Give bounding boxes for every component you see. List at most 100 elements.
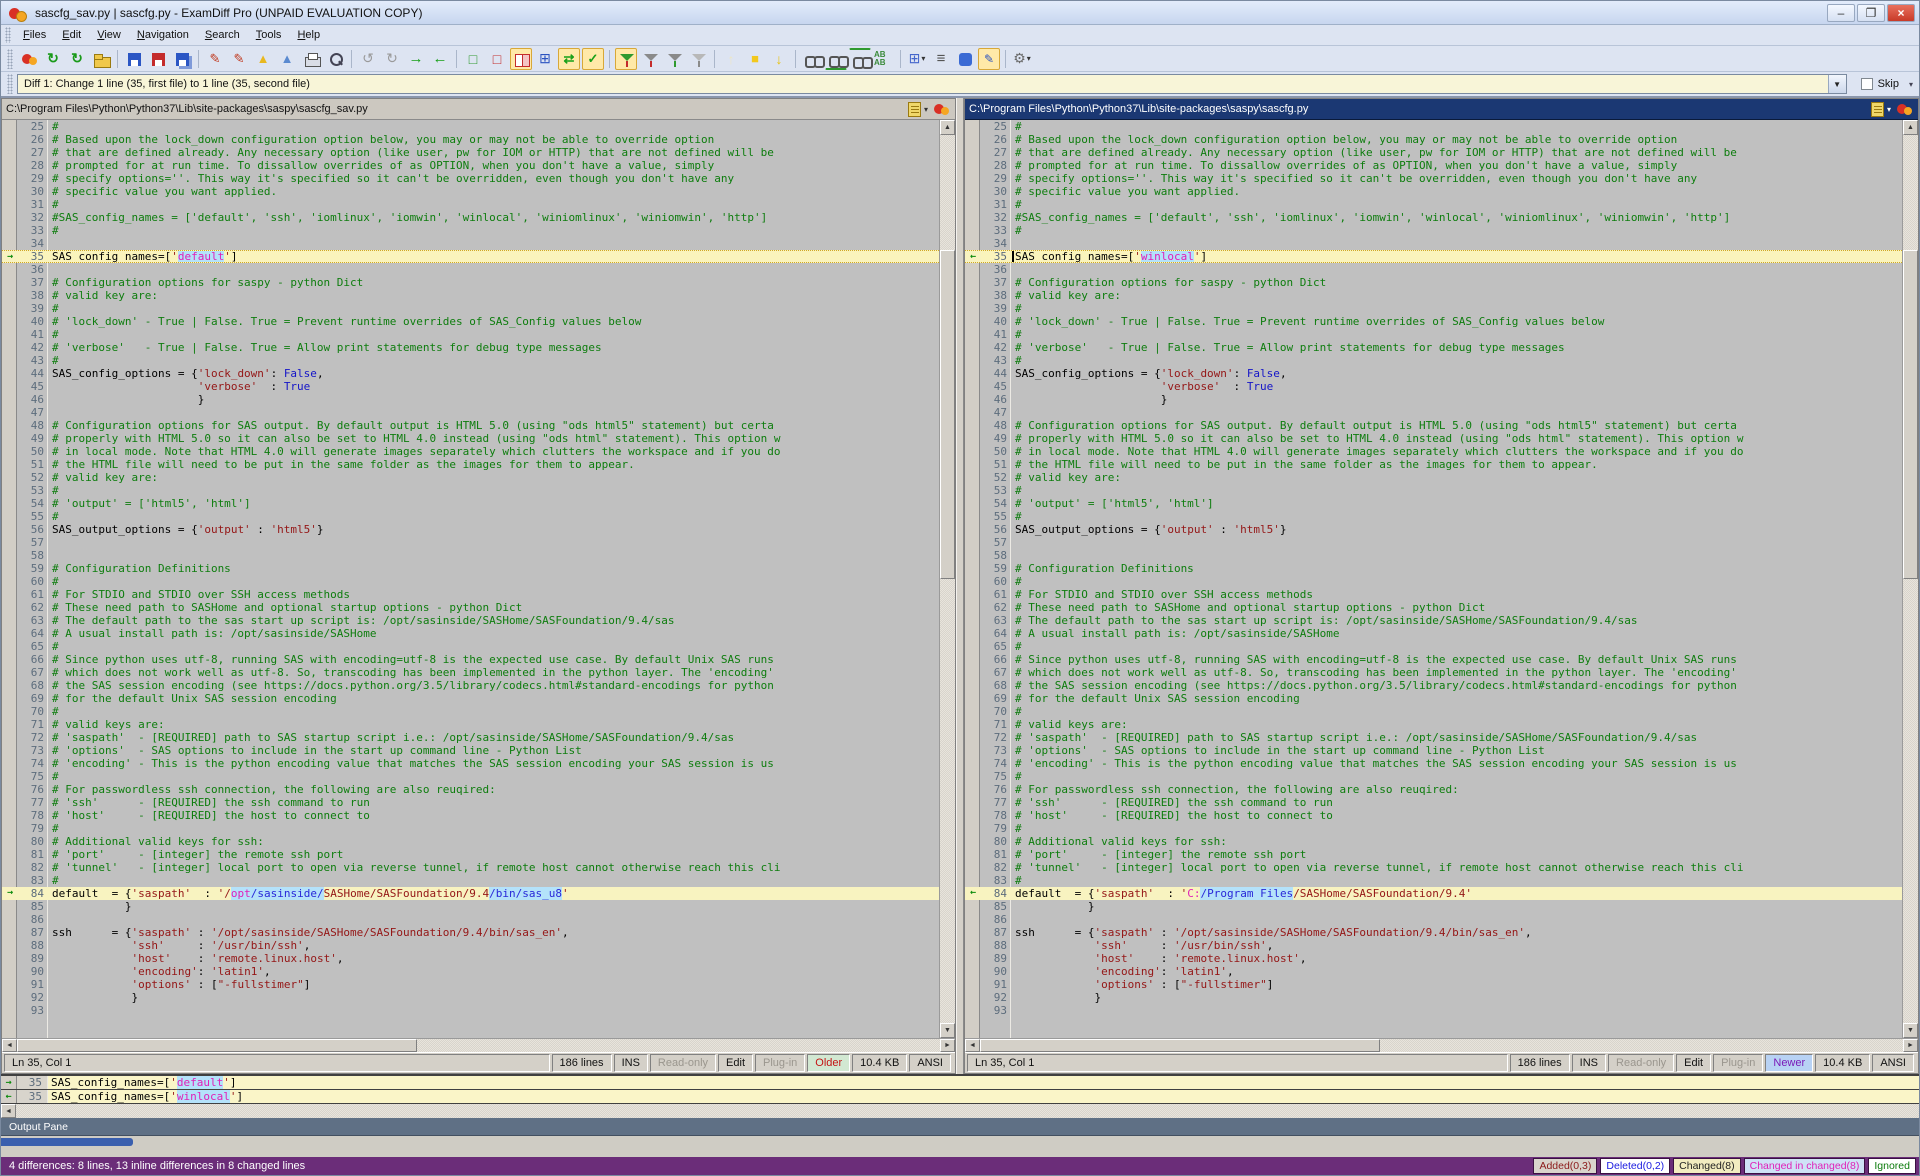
code-text[interactable]: #	[49, 328, 939, 341]
code-text[interactable]: # 'lock_down' - True | False. True = Pre…	[1012, 315, 1902, 328]
code-line[interactable]: 91 'options' : ["-fullstimer"]	[2, 978, 939, 991]
code-text[interactable]: #	[1012, 120, 1902, 133]
code-text[interactable]: }	[1012, 393, 1902, 406]
code-text[interactable]: 'ssh' : '/usr/bin/ssh',	[1012, 939, 1902, 952]
code-text[interactable]: # The default path to the sas start up s…	[1012, 614, 1902, 627]
diff-count-badge-deleted[interactable]: Deleted(0,2)	[1600, 1158, 1670, 1174]
diff-count-badge-changed[interactable]: Changed(8)	[1673, 1158, 1740, 1174]
code-line[interactable]: 78# 'host' - [REQUIRED] the host to conn…	[965, 809, 1902, 822]
code-line[interactable]: 43#	[965, 354, 1902, 367]
show-deleted-filter-icon[interactable]	[639, 48, 661, 70]
code-text[interactable]: 'host' : 'remote.linux.host',	[49, 952, 939, 965]
code-line[interactable]: 36	[2, 263, 939, 276]
show-checkboxes-icon[interactable]: ✓	[582, 48, 604, 70]
code-text[interactable]: # in local mode. Note that HTML 4.0 will…	[1012, 445, 1902, 458]
code-text[interactable]: SAS_config_options = {'lock_down': False…	[1012, 367, 1902, 380]
print-preview-icon[interactable]	[324, 48, 346, 70]
code-text[interactable]: # 'verbose' - True | False. True = Allow…	[49, 341, 939, 354]
code-line[interactable]: 63# The default path to the sas start up…	[965, 614, 1902, 627]
code-line[interactable]: 56SAS_output_options = {'output' : 'html…	[2, 523, 939, 536]
code-line[interactable]: 50# in local mode. Note that HTML 4.0 wi…	[965, 445, 1902, 458]
code-line[interactable]: 41#	[965, 328, 1902, 341]
code-text[interactable]: #	[1012, 484, 1902, 497]
code-text[interactable]: #	[49, 640, 939, 653]
code-line[interactable]: 53#	[965, 484, 1902, 497]
code-line[interactable]: 62# These need path to SASHome and optio…	[2, 601, 939, 614]
code-line[interactable]: 30# specific value you want applied.	[965, 185, 1902, 198]
scroll-right-icon[interactable]: ►	[940, 1039, 955, 1052]
code-line[interactable]: 58	[965, 549, 1902, 562]
code-text[interactable]: #	[49, 120, 939, 133]
code-text[interactable]: 'ssh' : '/usr/bin/ssh',	[49, 939, 939, 952]
code-text[interactable]: # Since python uses utf-8, running SAS w…	[1012, 653, 1902, 666]
minimize-button[interactable]: –	[1827, 4, 1855, 22]
code-line[interactable]: 79#	[2, 822, 939, 835]
code-line[interactable]: 55#	[2, 510, 939, 523]
menu-item-tools[interactable]: Tools	[248, 27, 290, 43]
code-line[interactable]: 28# prompted for at run time. To dissall…	[965, 159, 1902, 172]
code-line[interactable]: 37# Configuration options for saspy - py…	[2, 276, 939, 289]
code-text[interactable]: # 'saspath' - [REQUIRED] path to SAS sta…	[1012, 731, 1902, 744]
code-line[interactable]: 42# 'verbose' - True | False. True = All…	[965, 341, 1902, 354]
menu-item-navigation[interactable]: Navigation	[129, 27, 197, 43]
diff-panel-row[interactable]: ←35SAS_config_names=['winlocal']	[1, 1090, 1919, 1104]
code-text[interactable]: # 'host' - [REQUIRED] the host to connec…	[1012, 809, 1902, 822]
code-line[interactable]: 45 'verbose' : True	[2, 380, 939, 393]
print-icon[interactable]	[300, 48, 322, 70]
code-text[interactable]: default = {'saspath' : 'C:/Program Files…	[1012, 887, 1902, 900]
code-text[interactable]: # For STDIO and STDIO over SSH access me…	[49, 588, 939, 601]
code-line[interactable]: 87ssh = {'saspath' : '/opt/sasinside/SAS…	[2, 926, 939, 939]
code-text[interactable]: # 'host' - [REQUIRED] the host to connec…	[49, 809, 939, 822]
code-text[interactable]: # 'tunnel' - [integer] local port to ope…	[1012, 861, 1902, 874]
code-line[interactable]: 51# the HTML file will need to be put in…	[965, 458, 1902, 471]
code-line[interactable]: 85 }	[965, 900, 1902, 913]
code-line[interactable]: 82# 'tunnel' - [integer] local port to o…	[2, 861, 939, 874]
replace-icon[interactable]: AB AB	[873, 48, 895, 70]
code-text[interactable]: # the SAS session encoding (see https://…	[49, 679, 939, 692]
code-text[interactable]: # in local mode. Note that HTML 4.0 will…	[49, 445, 939, 458]
code-line[interactable]: 66# Since python uses utf-8, running SAS…	[965, 653, 1902, 666]
code-line[interactable]: 27# that are defined already. Any necess…	[2, 146, 939, 159]
code-text[interactable]: # which does not work well as utf-8. So,…	[1012, 666, 1902, 679]
code-line[interactable]: 93	[965, 1004, 1902, 1017]
code-text[interactable]	[49, 913, 939, 926]
code-text[interactable]: #	[1012, 510, 1902, 523]
code-line[interactable]: 86	[965, 913, 1902, 926]
code-line[interactable]: 77# 'ssh' - [REQUIRED] the ssh command t…	[2, 796, 939, 809]
dropdown-arrow-icon[interactable]: ▾	[1027, 54, 1031, 63]
code-text[interactable]: # 'options' - SAS options to include in …	[49, 744, 939, 757]
code-text[interactable]: # that are defined already. Any necessar…	[49, 146, 939, 159]
diff-count-badge-ignored[interactable]: Ignored	[1868, 1158, 1916, 1174]
code-text[interactable]: # prompted for at run time. To dissallow…	[1012, 159, 1902, 172]
scroll-left-icon[interactable]: ◄	[965, 1039, 980, 1052]
code-line[interactable]: 44SAS_config_options = {'lock_down': Fal…	[965, 367, 1902, 380]
code-text[interactable]: #	[1012, 822, 1902, 835]
first-file-header[interactable]: C:\Program Files\Python\Python37\Lib\sit…	[2, 99, 955, 120]
code-text[interactable]: 'verbose' : True	[49, 380, 939, 393]
scroll-down-icon[interactable]: ▼	[940, 1023, 955, 1038]
code-text[interactable]: 'options' : ["-fullstimer"]	[49, 978, 939, 991]
code-text[interactable]	[49, 263, 939, 276]
code-text[interactable]: # 'port' - [integer] the remote ssh port	[49, 848, 939, 861]
code-text[interactable]: # Configuration options for SAS output. …	[49, 419, 939, 432]
code-text[interactable]: # the HTML file will need to be put in t…	[1012, 458, 1902, 471]
code-text[interactable]: # specific value you want applied.	[49, 185, 939, 198]
code-line[interactable]: 83#	[2, 874, 939, 887]
code-text[interactable]: ssh = {'saspath' : '/opt/sasinside/SASHo…	[49, 926, 939, 939]
code-line[interactable]: 69# for the default Unix SAS session enc…	[2, 692, 939, 705]
vscroll-thumb[interactable]	[940, 250, 955, 579]
code-line[interactable]: 62# These need path to SASHome and optio…	[965, 601, 1902, 614]
code-text[interactable]: #	[1012, 874, 1902, 887]
code-line[interactable]: 90 'encoding': 'latin1',	[965, 965, 1902, 978]
code-text[interactable]: #	[49, 484, 939, 497]
code-line[interactable]: 64# A usual install path is: /opt/sasins…	[2, 627, 939, 640]
code-text[interactable]: #	[1012, 640, 1902, 653]
code-text[interactable]	[49, 237, 939, 250]
code-line[interactable]: 79#	[965, 822, 1902, 835]
code-text[interactable]: # Additional valid keys for ssh:	[1012, 835, 1902, 848]
current-block-icon[interactable]: ■	[744, 48, 766, 70]
code-line[interactable]: 50# in local mode. Note that HTML 4.0 wi…	[2, 445, 939, 458]
code-text[interactable]: # The default path to the sas start up s…	[49, 614, 939, 627]
diff-combo-dropdown-icon[interactable]: ▼	[1828, 75, 1846, 93]
scroll-right-icon[interactable]: ►	[1903, 1039, 1918, 1052]
